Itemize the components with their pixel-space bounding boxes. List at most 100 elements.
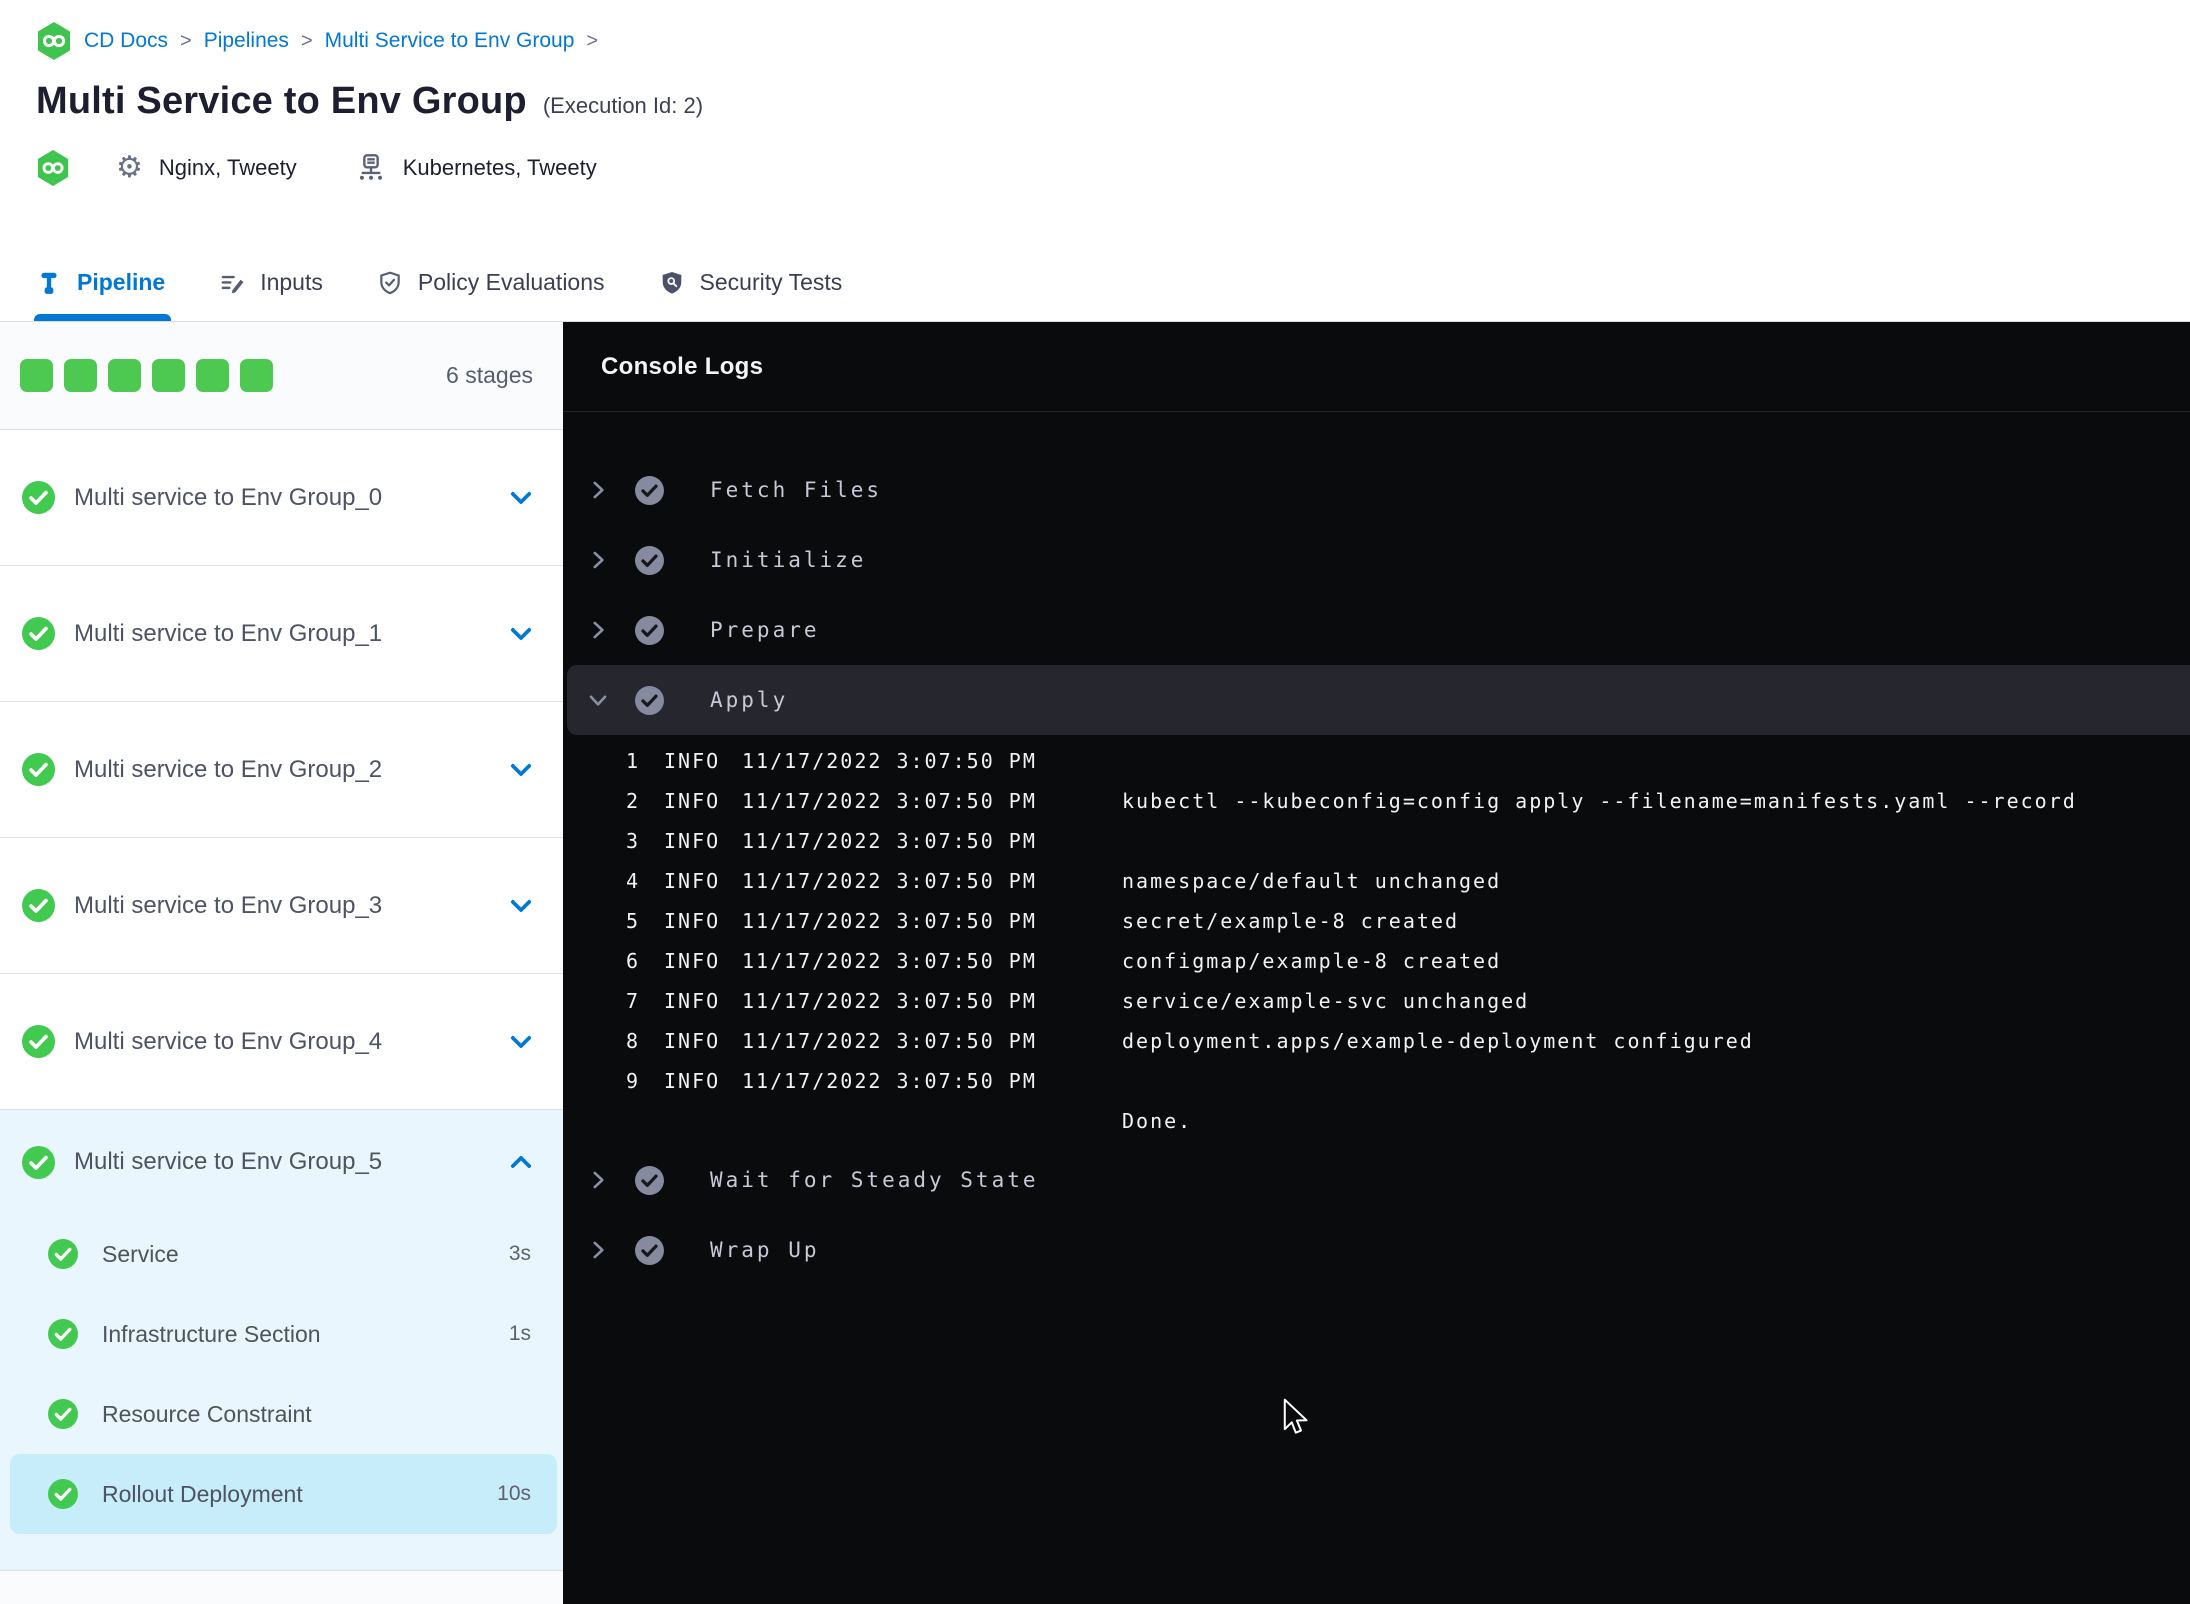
log-line: 4 INFO 11/17/2022 3:07:50 PM namespace/d… (563, 861, 2190, 901)
breadcrumb-pipelines[interactable]: Pipelines (204, 29, 289, 53)
policy-shield-icon (380, 271, 400, 294)
stage-label: Multi service to Env Group_5 (74, 1148, 383, 1175)
stage-row[interactable]: Multi service to Env Group_0 (0, 430, 563, 566)
sidebar-footer (0, 1570, 563, 1604)
tab-policy-evaluations[interactable]: Policy Evaluations (377, 244, 605, 321)
services-label: Nginx, Tweety (158, 155, 297, 180)
log-line-level: INFO (664, 949, 721, 973)
breadcrumb-separator: > (180, 29, 192, 52)
console-title: Console Logs (601, 352, 764, 380)
harness-service-icon (36, 149, 70, 187)
chevron-down-icon[interactable] (507, 620, 535, 648)
chevron-right-icon[interactable] (585, 1167, 611, 1193)
stage-progress-squares (20, 359, 273, 392)
step-row[interactable]: Rollout Deployment 10s (10, 1454, 557, 1534)
success-check-muted-icon (635, 685, 664, 715)
success-check-icon (48, 1239, 78, 1269)
log-line-timestamp: 11/17/2022 3:07:50 PM (742, 829, 1037, 853)
tab-security-tests-label: Security Tests (699, 269, 843, 295)
stage-label: Multi service to Env Group_1 (74, 619, 383, 647)
log-line: 2 INFO 11/17/2022 3:07:50 PM kubectl --k… (563, 781, 2190, 821)
success-check-icon (22, 481, 55, 514)
console-step-row-active[interactable]: Apply (567, 665, 2190, 735)
log-lines: 1 INFO 11/17/2022 3:07:50 PM 2 INFO 11/1… (563, 735, 2190, 1145)
step-duration: 1s (508, 1322, 531, 1345)
stage-row[interactable]: Multi service to Env Group_4 (0, 974, 563, 1110)
services-row: ⚙ Nginx, Tweety Kubernetes, Tweety (36, 149, 2190, 187)
log-line-level: INFO (664, 1069, 721, 1093)
log-line-timestamp: 11/17/2022 3:07:50 PM (742, 1029, 1037, 1053)
stage-label: Multi service to Env Group_3 (74, 891, 383, 919)
log-line-number: 9 (625, 1069, 640, 1093)
step-row[interactable]: Resource Constraint (10, 1374, 557, 1454)
log-line-number: 6 (625, 949, 640, 973)
log-line-level: INFO (664, 1029, 721, 1053)
success-check-icon (48, 1399, 78, 1429)
chevron-right-icon[interactable] (585, 617, 611, 643)
log-line-timestamp: 11/17/2022 3:07:50 PM (742, 869, 1037, 893)
tab-security-tests[interactable]: Security Tests (659, 244, 843, 321)
log-line-number: 7 (625, 989, 640, 1013)
breadcrumb: CD Docs > Pipelines > Multi Service to E… (36, 20, 2190, 62)
log-line-timestamp: 11/17/2022 3:07:50 PM (742, 989, 1037, 1013)
log-line: 9 INFO 11/17/2022 3:07:50 PM (563, 1061, 2190, 1101)
stage-row[interactable]: Multi service to Env Group_2 (0, 702, 563, 838)
chevron-right-icon[interactable] (585, 547, 611, 573)
step-label: Service (102, 1240, 179, 1267)
execution-id-label: (Execution Id: 2) (542, 93, 704, 118)
log-line-message: namespace/default unchanged (1122, 869, 1502, 893)
pipeline-execution-page: CD Docs > Pipelines > Multi Service to E… (0, 0, 2190, 1604)
chevron-down-icon[interactable] (585, 687, 611, 713)
stage-row[interactable]: Multi service to Env Group_3 (0, 838, 563, 974)
log-line: 1 INFO 11/17/2022 3:07:50 PM (563, 741, 2190, 781)
breadcrumb-pipeline-name[interactable]: Multi Service to Env Group (325, 29, 575, 53)
log-line-level: INFO (664, 829, 721, 853)
stages-progress-row: 6 stages (0, 322, 563, 430)
step-row[interactable]: Service 3s (10, 1214, 557, 1294)
stage-row[interactable]: Multi service to Env Group_1 (0, 566, 563, 702)
pipeline-icon (41, 272, 57, 294)
step-duration: 10s (497, 1482, 531, 1505)
stage-progress-square (152, 359, 185, 392)
expanded-stage-header[interactable]: Multi service to Env Group_5 (0, 1110, 563, 1214)
console-step-row[interactable]: Prepare (563, 595, 2190, 665)
console-step-row[interactable]: Wait for Steady State (563, 1145, 2190, 1215)
breadcrumb-separator: > (300, 29, 313, 52)
step-label: Rollout Deployment (102, 1480, 303, 1507)
chevron-down-icon[interactable] (507, 756, 535, 784)
stages-sidebar: 6 stages Multi service to Env Group_0 Mu… (0, 322, 563, 1604)
stage-list: Multi service to Env Group_0 Multi servi… (0, 430, 563, 1110)
log-line-timestamp: 11/17/2022 3:07:50 PM (742, 949, 1037, 973)
chevron-down-icon[interactable] (507, 484, 535, 512)
step-row[interactable]: Infrastructure Section 1s (10, 1294, 557, 1374)
chevron-right-icon[interactable] (585, 477, 611, 503)
environments-label: Kubernetes, Tweety (402, 155, 597, 180)
chevron-down-icon[interactable] (507, 1028, 535, 1056)
tab-pipeline[interactable]: Pipeline (33, 244, 172, 321)
chevron-down-icon[interactable] (507, 892, 535, 920)
stage-progress-square (196, 359, 229, 392)
stage-label: Multi service to Env Group_2 (74, 755, 383, 783)
log-line-message: service/example-svc unchanged (1122, 989, 1530, 1013)
console-step-row[interactable]: Wrap Up (563, 1215, 2190, 1285)
tab-inputs[interactable]: Inputs (219, 244, 323, 321)
console-step-row[interactable]: Initialize (563, 525, 2190, 595)
chevron-right-icon[interactable] (585, 1237, 611, 1263)
chevron-up-icon[interactable] (507, 1148, 535, 1176)
success-check-icon (22, 1025, 55, 1058)
log-line: Done. (563, 1101, 2190, 1141)
console-step-label: Apply (710, 688, 789, 712)
success-check-muted-icon (635, 615, 664, 645)
log-line: 6 INFO 11/17/2022 3:07:50 PM configmap/e… (563, 941, 2190, 981)
console-step-row[interactable]: Fetch Files (563, 455, 2190, 525)
log-line-timestamp: 11/17/2022 3:07:50 PM (742, 789, 1037, 813)
breadcrumb-project[interactable]: CD Docs (84, 29, 168, 53)
page-header: CD Docs > Pipelines > Multi Service to E… (0, 0, 2190, 244)
log-line-timestamp: 11/17/2022 3:07:50 PM (742, 749, 1037, 773)
tab-policy-evaluations-label: Policy Evaluations (417, 269, 605, 295)
success-check-icon (22, 889, 55, 922)
console-steps-after: Wait for Steady State Wrap Up (563, 1145, 2190, 1285)
step-label: Resource Constraint (102, 1400, 312, 1427)
stage-progress-square (240, 359, 273, 392)
harness-logo-icon (36, 21, 72, 61)
